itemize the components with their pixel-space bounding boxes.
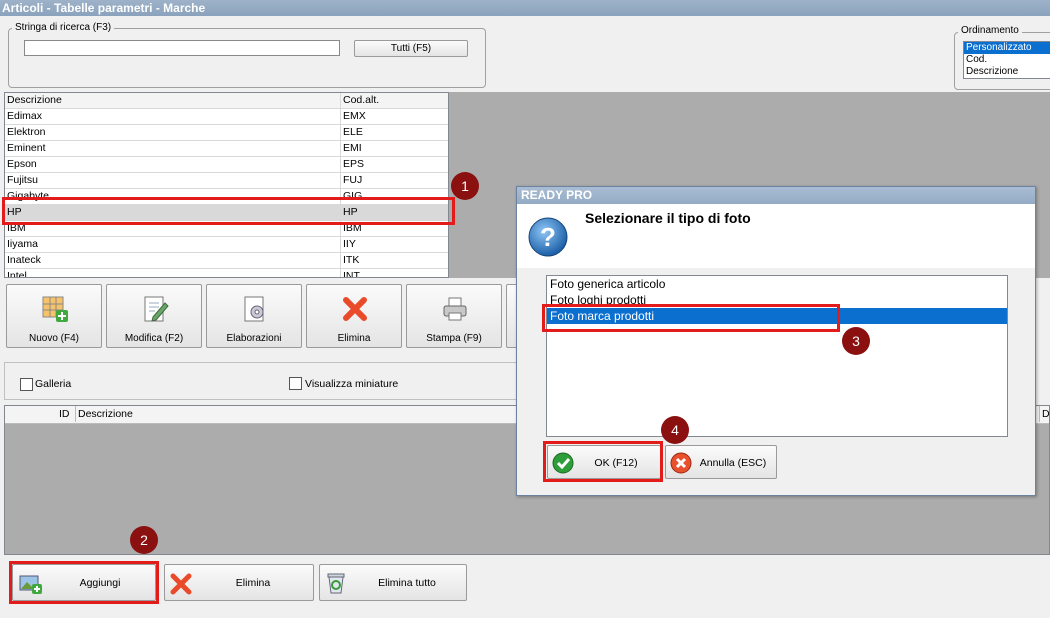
process-gear-icon (241, 295, 269, 323)
step-marker-1: 1 (451, 172, 479, 200)
row-description: Fujitsu (5, 173, 341, 188)
row-description: Epson (5, 157, 341, 172)
table-row[interactable]: Eminent EMI (5, 141, 448, 157)
row-description: Elektron (5, 125, 341, 140)
ordering-option-custom[interactable]: Personalizzato (964, 42, 1050, 54)
new-grid-icon (41, 295, 69, 323)
step-marker-2: 2 (130, 526, 158, 554)
new-button[interactable]: Nuovo (F4) (6, 284, 102, 348)
gallery-checkbox[interactable] (20, 378, 33, 391)
step-marker-3: 3 (842, 327, 870, 355)
header-right[interactable]: Di (1039, 406, 1050, 422)
table-row[interactable]: Fujitsu FUJ (5, 173, 448, 189)
table-row[interactable]: Epson EPS (5, 157, 448, 173)
table-row[interactable]: Intel INT (5, 269, 448, 278)
print-label: Stampa (F9) (426, 333, 482, 344)
row-code: ELE (343, 126, 363, 138)
edit-label: Modifica (F2) (124, 333, 184, 344)
row-code: ITK (343, 254, 360, 266)
process-label: Elaborazioni (226, 333, 282, 344)
delete-x-icon (341, 295, 369, 323)
delete-all-button[interactable]: Elimina tutto (319, 564, 467, 601)
row-description: Inateck (5, 253, 341, 268)
highlight-box-add (9, 561, 159, 604)
header-description[interactable]: Descrizione (75, 406, 133, 422)
highlight-box-brand-option (542, 304, 840, 332)
cancel-label: Annulla (ESC) (699, 457, 767, 469)
row-description: Intel (5, 269, 341, 277)
printer-icon (441, 295, 469, 323)
question-icon: ? (527, 216, 569, 261)
table-row[interactable]: Elektron ELE (5, 125, 448, 141)
row-code: EMI (343, 142, 362, 154)
delete-label: Elimina (337, 333, 371, 344)
ordering-option-code[interactable]: Cod. (964, 54, 1050, 66)
row-code: IIY (343, 238, 356, 250)
ordering-option-description[interactable]: Descrizione (964, 66, 1050, 78)
search-group (8, 28, 486, 88)
row-description: Eminent (5, 141, 341, 156)
row-code: FUJ (343, 174, 363, 186)
table-row[interactable]: Iiyama IIY (5, 237, 448, 253)
gallery-label: Galleria (35, 378, 72, 390)
delete-button[interactable]: Elimina (306, 284, 402, 348)
options-panel (4, 362, 524, 400)
ordering-legend: Ordinamento (958, 25, 1022, 36)
header-description[interactable]: Descrizione (5, 93, 341, 108)
highlight-box-ok (543, 441, 663, 482)
row-code: EPS (343, 158, 365, 170)
thumbnails-label: Visualizza miniature (305, 378, 399, 390)
new-label: Nuovo (F4) (28, 333, 79, 344)
list-item-generic[interactable]: Foto generica articolo (547, 276, 1007, 292)
bottom-delete-label: Elimina (235, 577, 271, 589)
brands-header: Descrizione Cod.alt. (5, 93, 448, 109)
thumbnails-checkbox[interactable] (289, 377, 302, 390)
header-code[interactable]: Cod.alt. (341, 93, 379, 108)
all-button[interactable]: Tutti (F5) (354, 40, 468, 57)
row-code: EMX (343, 110, 366, 122)
delete-all-label: Elimina tutto (378, 577, 436, 589)
search-legend: Stringa di ricerca (F3) (12, 22, 115, 33)
dialog-heading: Selezionare il tipo di foto (585, 210, 751, 226)
print-button[interactable]: Stampa (F9) (406, 284, 502, 348)
step-marker-4: 4 (661, 416, 689, 444)
bottom-delete-button[interactable]: Elimina (164, 564, 314, 601)
photo-type-list[interactable]: Foto generica articolo Foto loghi prodot… (546, 275, 1008, 437)
table-row[interactable]: Inateck ITK (5, 253, 448, 269)
dialog-header: ? Selezionare il tipo di foto (517, 204, 1035, 268)
cancel-button[interactable]: Annulla (ESC) (665, 445, 777, 479)
svg-text:?: ? (540, 222, 556, 252)
ordering-list[interactable]: Personalizzato Cod. Descrizione (963, 41, 1050, 79)
process-button[interactable]: Elaborazioni (206, 284, 302, 348)
search-input[interactable] (24, 40, 340, 56)
row-description: Edimax (5, 109, 341, 124)
brands-grid: Descrizione Cod.alt. Edimax EMX Elektron E… (4, 92, 449, 278)
edit-button[interactable]: Modifica (F2) (106, 284, 202, 348)
header-id[interactable]: ID (59, 406, 70, 422)
dialog-titlebar: READY PRO (517, 187, 1035, 204)
row-code: INT (343, 270, 360, 278)
highlight-box-hp (2, 197, 455, 225)
table-row[interactable]: Edimax EMX (5, 109, 448, 125)
row-description: Iiyama (5, 237, 341, 252)
window-title: Articoli - Tabelle parametri - Marche (0, 0, 1050, 16)
edit-pencil-icon (141, 295, 169, 323)
